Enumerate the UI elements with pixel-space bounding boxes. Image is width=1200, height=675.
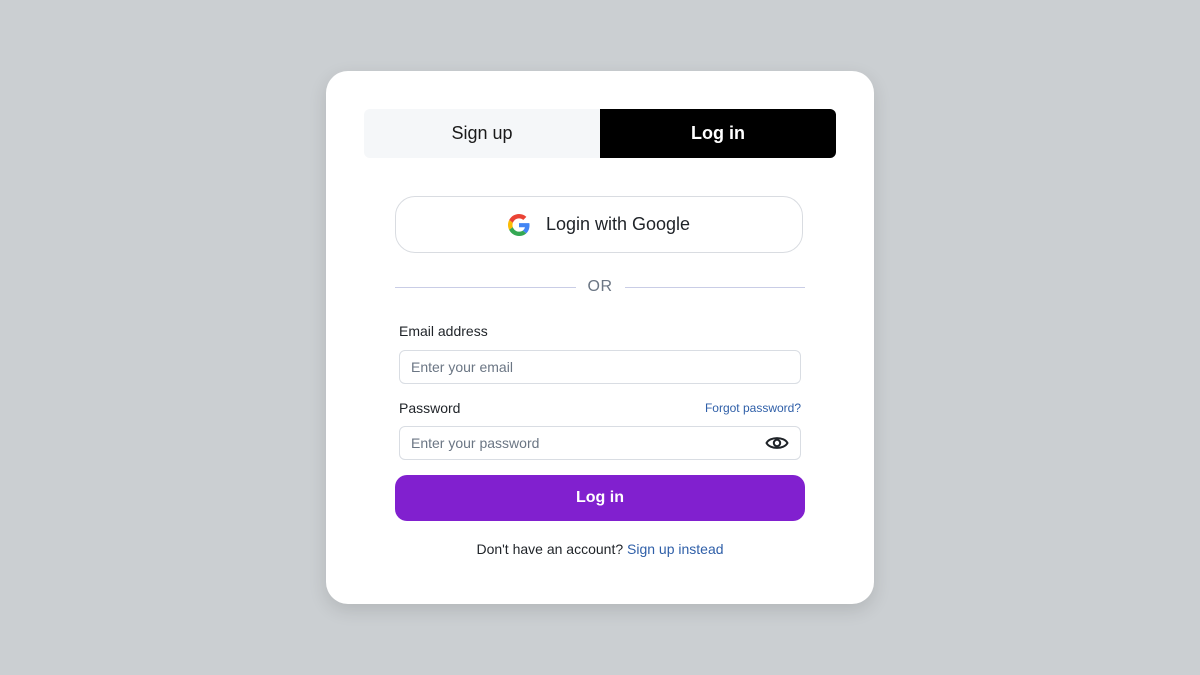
auth-tabs: Sign up Log in [364, 109, 836, 158]
or-divider: OR [395, 275, 805, 299]
email-field[interactable]: Enter your email [399, 350, 801, 384]
divider-text: OR [587, 278, 613, 295]
google-icon [507, 213, 530, 236]
footer-prompt: Don't have an account? [476, 541, 624, 557]
google-login-button[interactable]: Login with Google [395, 196, 803, 253]
eye-icon[interactable] [765, 433, 789, 453]
sign-up-instead-link[interactable]: Sign up instead [627, 541, 724, 557]
password-field[interactable]: Enter your password [399, 426, 801, 460]
tab-sign-up[interactable]: Sign up [364, 109, 600, 158]
footer-text: Don't have an account? Sign up instead [326, 541, 874, 557]
password-label: Password [399, 400, 461, 416]
password-placeholder: Enter your password [411, 435, 540, 451]
email-label: Email address [399, 323, 488, 339]
email-placeholder: Enter your email [411, 359, 513, 375]
login-card: Sign up Log in Login with Google OR Emai… [326, 71, 874, 604]
login-submit-button[interactable]: Log in [395, 475, 805, 521]
google-login-label: Login with Google [545, 214, 691, 234]
forgot-password-link[interactable]: Forgot password? [705, 401, 801, 415]
divider-line-left [395, 286, 576, 288]
tab-log-in[interactable]: Log in [600, 109, 836, 158]
divider-line-right [624, 286, 805, 288]
